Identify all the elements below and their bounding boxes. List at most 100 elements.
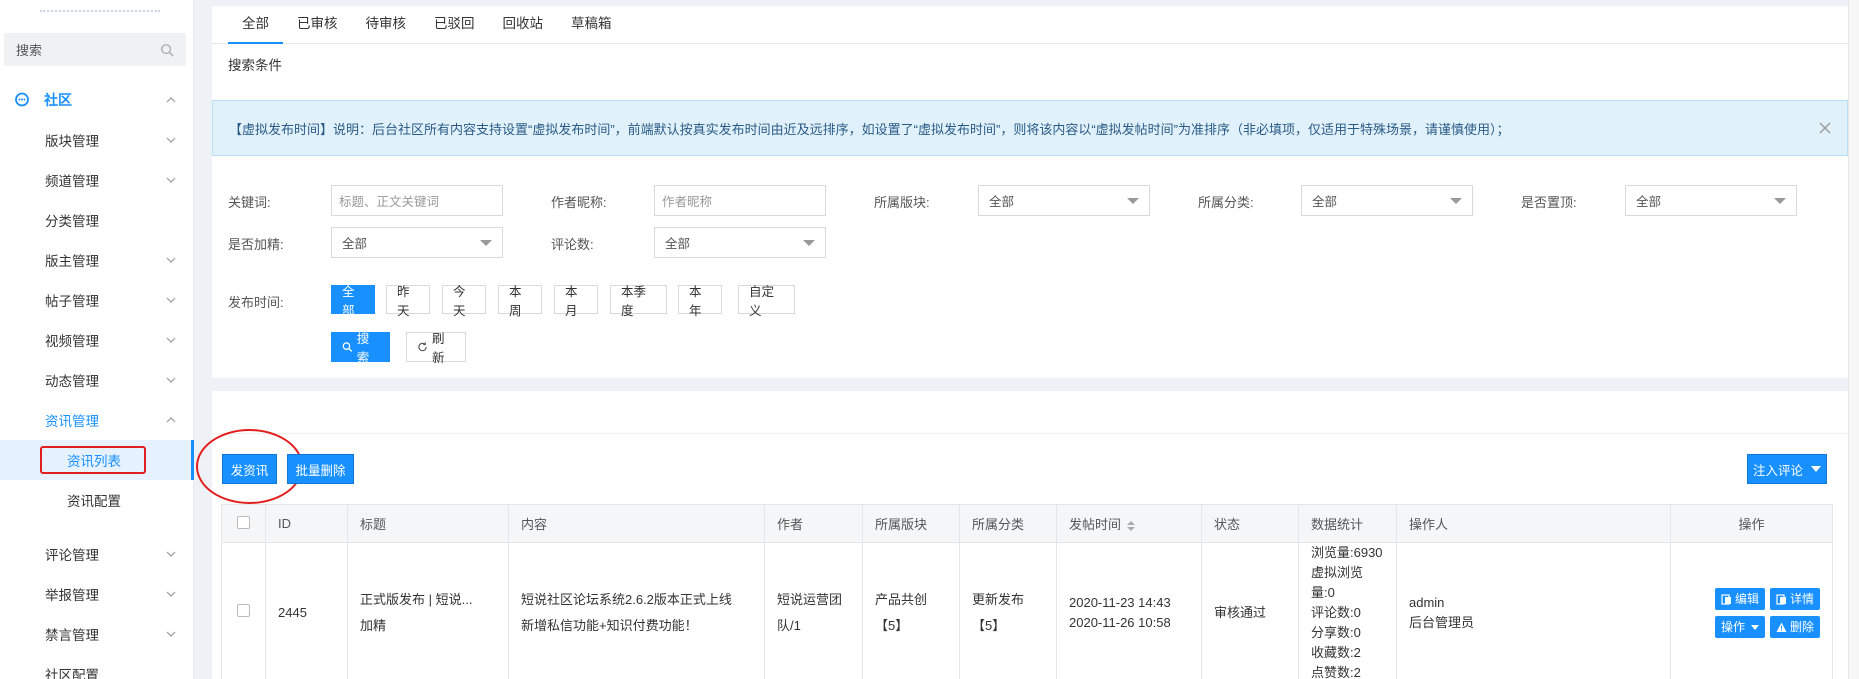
time-option-all[interactable]: 全部 (331, 285, 375, 318)
time-option-custom[interactable]: 自定义 (738, 285, 795, 318)
tab-rejected[interactable]: 已驳回 (420, 5, 489, 43)
sidebar-item-label: 分类管理 (45, 214, 99, 229)
tab-pending[interactable]: 待审核 (352, 5, 421, 43)
author-label: 作者昵称: (551, 195, 607, 210)
row-operator-role: 后台管理员 (1409, 615, 1475, 630)
delete-button[interactable]: 删除 (1769, 616, 1820, 638)
time-option-year[interactable]: 本年 (678, 285, 722, 318)
header-category: 所属分类 (959, 504, 1057, 543)
header-id: ID (265, 504, 348, 543)
time-option-yesterday[interactable]: 昨天 (386, 285, 430, 318)
time-option-quarter[interactable]: 本季度 (610, 285, 667, 318)
sidebar-item-label: 帖子管理 (45, 294, 99, 309)
author-input[interactable]: 作者昵称 (654, 185, 826, 216)
header-select-all[interactable] (221, 504, 266, 543)
keyword-placeholder: 标题、正文关键词 (339, 195, 440, 209)
sidebar-item-community-config[interactable]: 社区配置 (0, 654, 194, 679)
sidebar-item-comments[interactable]: 评论管理 (0, 534, 194, 574)
edit-label: 编辑 (1734, 592, 1759, 606)
tab-all[interactable]: 全部 (228, 5, 283, 44)
row-title[interactable]: 正式版发布 | 短说... 加精 (347, 542, 509, 679)
header-author: 作者 (764, 504, 863, 543)
checkbox[interactable] (237, 604, 250, 617)
sidebar-nav: 社区 版块管理 频道管理 分类管理 版主管理 帖子管理 视频管理 动态管理 资讯… (0, 80, 194, 679)
sidebar: 搜索 社区 版块管理 频道管理 分类管理 版主管理 帖子管理 视频管理 动态管理… (0, 0, 194, 679)
stat-views: 浏览量:6930 (1311, 545, 1383, 560)
row-category-name: 更新发布 (972, 592, 1025, 607)
tab-approved[interactable]: 已审核 (283, 5, 352, 43)
search-button[interactable]: 搜索 (331, 332, 390, 365)
row-operator: admin 后台管理员 (1396, 542, 1671, 679)
sidebar-item-label: 频道管理 (45, 174, 99, 189)
warning-icon (1776, 622, 1787, 632)
sidebar-item-category[interactable]: 分类管理 (0, 200, 194, 240)
delete-label: 删除 (1789, 620, 1814, 634)
sidebar-item-label: 举报管理 (45, 588, 99, 603)
sidebar-item-mute[interactable]: 禁言管理 (0, 614, 194, 654)
chevron-down-icon (166, 377, 176, 383)
sidebar-item-posts[interactable]: 帖子管理 (0, 280, 194, 320)
detail-button[interactable]: 详情 (1769, 588, 1820, 610)
batch-delete-button[interactable]: 批量删除 (287, 454, 354, 484)
keyword-input[interactable]: 标题、正文关键词 (331, 185, 503, 216)
row-block: 产品共创 【5】 (862, 542, 960, 679)
row-actions: 编辑 详情 操作 删除 (1670, 542, 1833, 679)
comments-select[interactable]: 全部 (654, 227, 826, 258)
caret-down-icon (1774, 197, 1786, 204)
checkbox[interactable] (237, 515, 250, 529)
inject-comments-button[interactable]: 注入评论 (1747, 454, 1827, 484)
row-block-count: 【5】 (875, 618, 909, 633)
sidebar-item-dynamic[interactable]: 动态管理 (0, 360, 194, 400)
header-title: 标题 (347, 504, 509, 543)
more-actions-label: 操作 (1720, 620, 1745, 634)
time-option-week[interactable]: 本周 (498, 285, 542, 318)
sidebar-item-news[interactable]: 资讯管理 (0, 400, 194, 440)
top-select[interactable]: 全部 (1625, 185, 1797, 216)
sidebar-group-community[interactable]: 社区 (0, 80, 194, 120)
sort-icon[interactable] (1127, 520, 1136, 531)
sidebar-item-moderator[interactable]: 版主管理 (0, 240, 194, 280)
featured-label: 是否加精: (228, 237, 284, 252)
block-select[interactable]: 全部 (978, 185, 1150, 216)
more-actions-button[interactable]: 操作 (1714, 616, 1765, 638)
stat-comments: 评论数:0 (1311, 605, 1361, 620)
list-card: 发资讯 批量删除 注入评论 ID 标题 内容 作者 所属版块 所属分类 发帖时间… (196, 391, 1848, 679)
sidebar-search[interactable]: 搜索 (4, 33, 186, 66)
sidebar-item-news-config[interactable]: 资讯配置 (0, 480, 194, 520)
sidebar-item-video[interactable]: 视频管理 (0, 320, 194, 360)
featured-select[interactable]: 全部 (331, 227, 503, 258)
row-post-time-line: 2020-11-23 14:43 (1069, 595, 1171, 610)
chevron-down-icon (166, 137, 176, 143)
close-icon[interactable] (1819, 122, 1831, 134)
tab-recycle[interactable]: 回收站 (489, 5, 558, 43)
caret-down-icon (1750, 624, 1759, 630)
sidebar-item-channel[interactable]: 频道管理 (0, 160, 194, 200)
time-option-today[interactable]: 今天 (442, 285, 486, 318)
row-category: 更新发布 【5】 (959, 542, 1057, 679)
page-scrollbar[interactable] (1848, 0, 1859, 679)
divider (212, 433, 1848, 434)
row-post-time: 2020-11-23 14:43 2020-11-26 10:58 (1056, 542, 1202, 679)
sidebar-item-label: 视频管理 (45, 334, 99, 349)
header-post-time[interactable]: 发帖时间 (1056, 504, 1202, 543)
sidebar-item-reports[interactable]: 举报管理 (0, 574, 194, 614)
row-author-line: 队/1 (777, 618, 801, 633)
time-option-month[interactable]: 本月 (554, 285, 598, 318)
refresh-button[interactable]: 刷新 (406, 332, 466, 365)
stat-likes: 点赞数:2 (1311, 665, 1361, 679)
chevron-down-icon (166, 177, 176, 183)
search-icon[interactable] (160, 43, 174, 57)
category-select[interactable]: 全部 (1301, 185, 1473, 216)
sidebar-item-block[interactable]: 版块管理 (0, 120, 194, 160)
row-select[interactable] (221, 542, 266, 679)
row-category-count: 【5】 (972, 618, 1006, 633)
header-post-time-label: 发帖时间 (1069, 517, 1122, 532)
chevron-down-icon (166, 591, 176, 597)
row-title-text[interactable]: 正式版发布 | 短说... (360, 587, 496, 613)
edit-button[interactable]: 编辑 (1714, 588, 1765, 610)
sidebar-item-news-list[interactable]: 资讯列表 (0, 440, 194, 480)
tab-drafts[interactable]: 草稿箱 (557, 5, 626, 43)
header-operator: 操作人 (1396, 504, 1671, 543)
sidebar-item-label: 动态管理 (45, 374, 99, 389)
row-block-name: 产品共创 (875, 592, 928, 607)
